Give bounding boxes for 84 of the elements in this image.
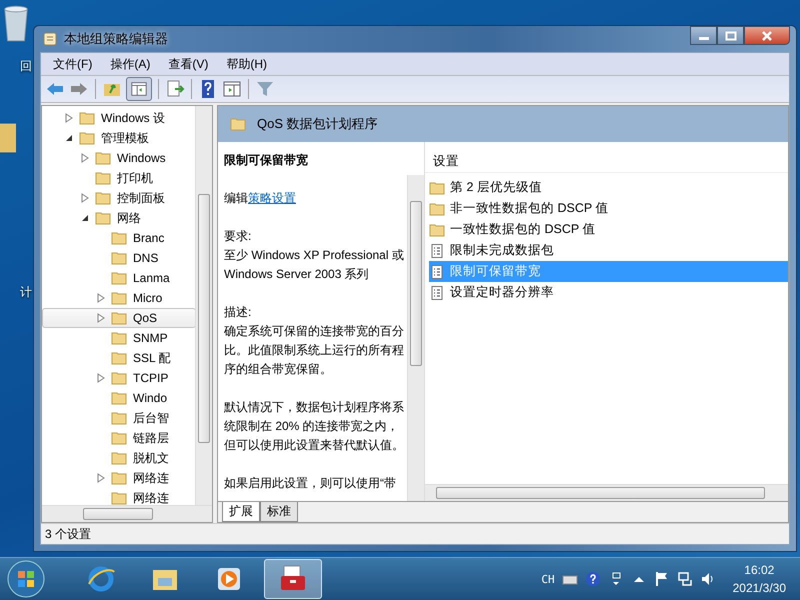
tree-item[interactable]: Lanma [42,268,196,288]
tree-item[interactable]: TCPIP [42,368,196,388]
desktop-icon-label: 计 [20,284,32,301]
maximize-icon [724,30,736,40]
policy-settings-link[interactable]: 策略设置 [248,191,296,205]
edit-policy-line: 编辑策略设置 [224,190,297,207]
language-indicator[interactable]: CH [541,572,555,586]
menu-item[interactable]: 查看(V) [160,54,216,74]
settings-sheet-icon [429,286,445,300]
close-icon [761,30,773,40]
horizontal-scrollbar[interactable] [425,484,788,501]
settings-sheet-icon [429,264,445,278]
network-icon[interactable] [676,571,693,587]
horizontal-scrollbar[interactable] [42,505,212,522]
window-title: 本地组策略编辑器 [64,30,169,48]
tree-item[interactable]: 脱机文 [42,448,196,468]
minimize-button[interactable] [690,26,717,45]
collapsed-arrow-icon[interactable] [81,153,89,163]
tree-item[interactable]: SSL 配 [42,348,196,368]
clock[interactable]: 16:02 2021/3/30 [732,561,786,597]
view-tab[interactable]: 扩展 [222,502,260,522]
list-item[interactable]: 设置定时器分辨率 [429,282,788,303]
column-header[interactable]: 设置 [425,150,788,173]
menu-item[interactable]: 帮助(H) [218,54,275,74]
description-paragraph: 确定系统可保留的连接带宽的百分比。此值限制系统上运行的所有程序的组合带宽保留。 [224,323,404,378]
vertical-scrollbar[interactable] [407,175,424,501]
clock-date: 2021/3/30 [732,580,786,597]
tree-item[interactable]: Windows [42,148,196,168]
console-tree-button[interactable] [126,77,152,101]
requirements-label: 要求: [224,228,252,245]
list-item[interactable]: 第 2 层优先级值 [429,177,788,198]
taskbar-app[interactable] [264,559,322,599]
maximize-button[interactable] [717,26,744,45]
collapsed-arrow-icon[interactable] [65,113,73,123]
settings-sheet-icon [429,244,445,258]
clock-time: 16:02 [744,562,774,579]
expanded-arrow-icon[interactable] [81,213,89,223]
tree-item[interactable]: 网络连 [42,488,196,508]
start-button[interactable] [6,559,46,599]
collapsed-arrow-icon[interactable] [81,193,89,203]
tree-item[interactable]: Windo [42,388,196,408]
tree-item[interactable]: 管理模板 [42,128,196,148]
tree-item[interactable]: 控制面板 [42,188,196,208]
tree-item[interactable]: 网络连 [42,468,196,488]
minimize-icon [698,36,708,40]
list-item[interactable]: 一致性数据包的 DSCP 值 [429,219,788,240]
tree-item[interactable]: 链路层 [42,428,196,448]
tree-item[interactable]: QoS [42,308,196,328]
tree-item[interactable]: 打印机 [42,168,196,188]
description-paragraph: 如果启用此设置，则可以使用“带 [224,475,397,492]
status-text: 3 个设置 [45,526,92,542]
description-paragraph: 默认情况下，数据包计划程序将系统限制在 20% 的连接带宽之内，但可以使用此设置来替代默认值。 [224,399,404,454]
flag-icon[interactable] [654,571,670,587]
expanded-arrow-icon[interactable] [65,133,73,143]
description-label: 描述: [224,304,252,321]
collapsed-arrow-icon[interactable] [97,373,105,383]
tree-item[interactable]: DNS [42,248,196,268]
view-tab[interactable]: 标准 [260,502,298,522]
list-item[interactable]: 限制未完成数据包 [429,240,788,261]
panes-icon [130,80,148,98]
tree-item[interactable]: SNMP [42,328,196,348]
close-button[interactable] [744,26,790,45]
tree-item[interactable]: Windows 设 [42,108,196,128]
vertical-scrollbar[interactable] [195,106,212,505]
list-item[interactable]: 非一致性数据包的 DSCP 值 [429,198,788,219]
scroll-icon [42,31,58,47]
export-list-icon[interactable] [165,79,185,99]
tree-item[interactable]: Micro [42,288,196,308]
globe-icon [86,564,116,594]
tree-item[interactable]: 网络 [42,208,196,228]
requirements-text: 至少 Windows XP Professional 或 Windows Server 2003 系列 [224,247,404,283]
menu-item[interactable]: 文件(F) [45,54,100,74]
help-icon[interactable] [584,571,601,587]
desktop-icon-label: 回 [20,58,32,75]
panel-title: QoS 数据包计划程序 [257,115,378,133]
recycle-bin-icon[interactable] [2,5,30,43]
menu-item[interactable]: 操作(A) [102,54,158,74]
setting-heading: 限制可保留带宽 [223,152,309,169]
action-pane-icon[interactable] [222,79,242,99]
collapsed-arrow-icon[interactable] [97,473,105,483]
collapsed-arrow-icon[interactable] [97,293,105,303]
tree-item[interactable]: Branc [42,228,196,248]
collapsed-arrow-icon[interactable] [97,313,105,323]
tree-item[interactable]: 后台智 [42,408,196,428]
